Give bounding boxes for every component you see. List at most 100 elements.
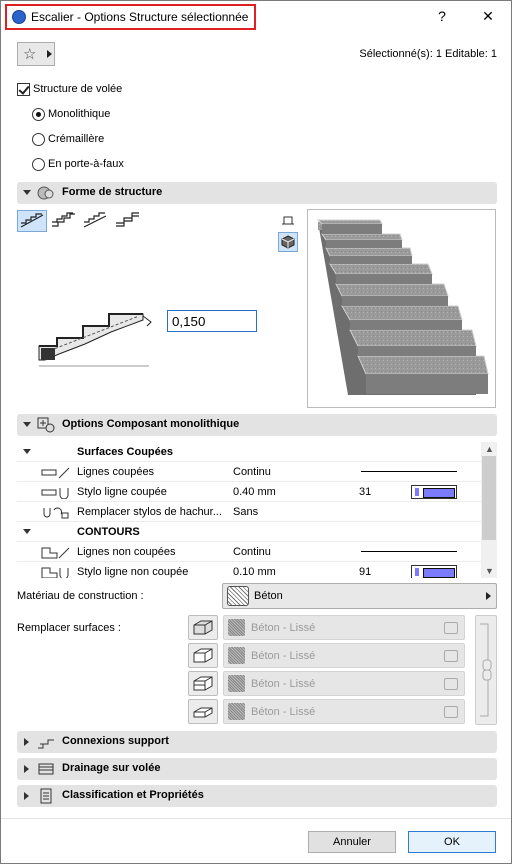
- dialog-body: ☆ Sélectionné(s): 1 Editable: 1 Structur…: [1, 32, 511, 863]
- row-label: Stylo ligne non coupée: [77, 566, 189, 578]
- row-label: Remplacer stylos de hachur...: [77, 506, 222, 518]
- stair-section-diagram: [38, 313, 152, 367]
- surface-override-field[interactable]: Béton - Lissé: [223, 671, 465, 696]
- structure-shape-icon: [37, 186, 54, 200]
- radio-porte-a-faux-label[interactable]: En porte-à-faux: [48, 158, 124, 170]
- override-surfaces-label: Remplacer surfaces :: [17, 622, 121, 634]
- section-options-composant[interactable]: Options Composant monolithique: [17, 414, 497, 436]
- surface-edge-toggle[interactable]: [188, 671, 218, 696]
- profile-type-1-button[interactable]: [17, 210, 47, 232]
- link-surfaces-button[interactable]: [475, 615, 497, 725]
- chevron-right-icon: [486, 592, 491, 600]
- material-dropdown[interactable]: Béton: [222, 583, 497, 609]
- section-forme-structure-label: Forme de structure: [62, 186, 163, 198]
- surface-value: Béton - Lissé: [251, 706, 316, 718]
- stair-profile-sawtooth-icon: [83, 212, 107, 228]
- table-row[interactable]: Lignes non coupées Continu: [17, 542, 481, 562]
- row-value: Sans: [233, 506, 259, 518]
- profile-type-4-button[interactable]: [113, 210, 143, 232]
- radio-monolithique-label[interactable]: Monolithique: [48, 108, 110, 120]
- profile-type-3-button[interactable]: [81, 210, 111, 232]
- section-classification[interactable]: Classification et Propriétés: [17, 785, 497, 807]
- help-button[interactable]: ?: [419, 1, 465, 32]
- title-bar: Escalier - Options Structure sélectionné…: [1, 1, 511, 32]
- component-settings-icon: [37, 417, 55, 433]
- row-value: 0.10 mm: [233, 566, 276, 578]
- profile-type-2-button[interactable]: [49, 210, 79, 232]
- uncut-pen-icon: [41, 567, 69, 578]
- window-title: Escalier - Options Structure sélectionné…: [5, 4, 257, 30]
- surface-bottom-toggle[interactable]: [188, 699, 218, 724]
- structure-checkbox[interactable]: [17, 83, 30, 96]
- favorites-button[interactable]: ☆: [17, 42, 55, 66]
- chain-link-icon: [480, 623, 492, 717]
- row-label: Stylo ligne coupée: [77, 486, 167, 498]
- material-swatch-icon: [227, 586, 249, 606]
- surface-swatch-icon: [228, 703, 245, 720]
- section-options-composant-label: Options Composant monolithique: [62, 418, 240, 430]
- archicad-icon: [12, 10, 26, 24]
- surface-side-toggle[interactable]: [188, 643, 218, 668]
- expand-triangle-icon: [24, 792, 29, 800]
- pen-color-swatch[interactable]: [411, 565, 457, 578]
- group-label: CONTOURS: [77, 526, 140, 538]
- scroll-up-icon[interactable]: ▲: [485, 444, 494, 454]
- component-settings-table: Surfaces Coupées Lignes coupées Continu …: [17, 442, 497, 578]
- radio-porte-a-faux[interactable]: [32, 158, 45, 171]
- 3d-view-button[interactable]: [278, 232, 298, 252]
- surface-override-field[interactable]: Béton - Lissé: [223, 699, 465, 724]
- cancel-button[interactable]: Annuler: [308, 831, 396, 853]
- surface-swatch-icon: [228, 675, 245, 692]
- table-row[interactable]: Lignes coupées Continu: [17, 462, 481, 482]
- section-connexions-support[interactable]: Connexions support: [17, 731, 497, 753]
- pen-color-swatch[interactable]: [411, 485, 457, 499]
- collapse-triangle-icon: [23, 422, 31, 427]
- table-row[interactable]: Stylo ligne non coupée 0.10 mm 91: [17, 562, 481, 578]
- drainage-icon: [38, 763, 54, 775]
- table-group-row[interactable]: Surfaces Coupées: [17, 442, 481, 462]
- floor-plan-view-icon[interactable]: [279, 212, 297, 228]
- expand-triangle-icon: [24, 765, 29, 773]
- section-classification-label: Classification et Propriétés: [62, 789, 204, 801]
- row-value: Continu: [233, 466, 271, 478]
- surface-value: Béton - Lissé: [251, 678, 316, 690]
- close-button[interactable]: ✕: [465, 1, 511, 32]
- table-scrollbar[interactable]: ▲ ▼: [481, 442, 497, 578]
- structure-checkbox-label[interactable]: Structure de volée: [33, 83, 122, 95]
- surface-side-icon: [193, 648, 213, 663]
- properties-icon: [40, 788, 52, 804]
- line-type-preview: [361, 471, 457, 472]
- table-row[interactable]: Remplacer stylos de hachur... Sans: [17, 502, 481, 522]
- expand-triangle-icon: [24, 738, 29, 746]
- collapse-triangle-icon: [23, 449, 31, 454]
- structure-thickness-input[interactable]: [167, 310, 257, 332]
- collapse-triangle-icon: [23, 529, 31, 534]
- pen-number: 91: [359, 566, 372, 578]
- surface-value: Béton - Lissé: [251, 622, 316, 634]
- footer-divider: [1, 818, 511, 819]
- ok-button[interactable]: OK: [408, 831, 496, 853]
- surface-edge-icon: [193, 676, 213, 691]
- radio-cremaillere[interactable]: [32, 133, 45, 146]
- picker-icon: [444, 678, 458, 690]
- section-drainage[interactable]: Drainage sur volée: [17, 758, 497, 780]
- section-forme-structure[interactable]: Forme de structure: [17, 182, 497, 204]
- stair-profile-stepped-icon: [52, 212, 75, 227]
- radio-monolithique[interactable]: [32, 108, 45, 121]
- surface-override-field[interactable]: Béton - Lissé: [223, 643, 465, 668]
- stair-3d-preview: [307, 209, 496, 408]
- picker-icon: [444, 650, 458, 662]
- table-group-row[interactable]: CONTOURS: [17, 522, 481, 542]
- surface-top-toggle[interactable]: [188, 615, 218, 640]
- material-label: Matériau de construction :: [17, 590, 144, 602]
- dialog-window: Escalier - Options Structure sélectionné…: [0, 0, 512, 864]
- scrollbar-thumb[interactable]: [482, 456, 496, 540]
- radio-cremaillere-label[interactable]: Crémaillère: [48, 133, 104, 145]
- window-title-text: Escalier - Options Structure sélectionné…: [31, 10, 249, 24]
- scroll-down-icon[interactable]: ▼: [485, 566, 494, 576]
- surface-swatch-icon: [228, 619, 245, 636]
- table-row[interactable]: Stylo ligne coupée 0.40 mm 31: [17, 482, 481, 502]
- picker-icon: [444, 706, 458, 718]
- surface-override-field[interactable]: Béton - Lissé: [223, 615, 465, 640]
- cut-line-icon: [41, 467, 70, 479]
